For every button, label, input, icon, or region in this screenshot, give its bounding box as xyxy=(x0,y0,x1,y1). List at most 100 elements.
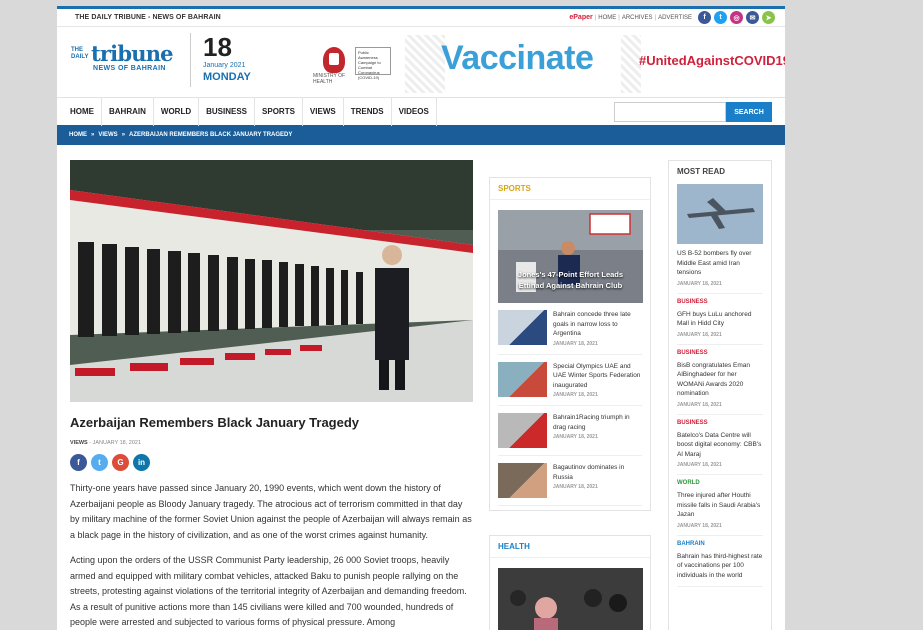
date-box: 18 January 2021 MONDAY xyxy=(190,33,251,87)
article-title: Azerbaijan Remembers Black January Trage… xyxy=(70,415,360,430)
search-button[interactable]: SEARCH xyxy=(726,102,772,122)
article-date: JANUARY 18, 2021 xyxy=(92,440,142,446)
nav-business[interactable]: BUSINESS xyxy=(199,97,256,126)
sports-item-date: JANUARY 18, 2021 xyxy=(553,484,598,490)
nav-videos[interactable]: VIDEOS xyxy=(392,97,437,126)
sports-feature-title: Jones's 47-Point Effort Leads Ettihad Ag… xyxy=(517,270,624,290)
article-category[interactable]: VIEWS xyxy=(70,440,88,446)
most-read-category[interactable]: BAHRAIN xyxy=(677,541,763,547)
header: THE DAILY tribune NEWS OF BAHRAIN 18 Jan… xyxy=(57,27,785,97)
sports-item-title[interactable]: Bahrain concede three late goals in narr… xyxy=(553,310,642,339)
most-read-category[interactable]: BUSINESS xyxy=(677,350,763,356)
top-links: ePaper | HOME | ARCHIVES | ADVERTISE f t ◎… xyxy=(569,11,775,24)
most-read-item[interactable]: US B-52 bombers fly over Middle East ami… xyxy=(677,244,763,294)
page: THE DAILY TRIBUNE - NEWS OF BAHRAIN ePap… xyxy=(57,6,785,630)
sports-item-date: JANUARY 18, 2021 xyxy=(553,340,598,347)
most-read-title[interactable]: GFH buys LuLu anchored Mall in Hidd City xyxy=(677,310,763,329)
sports-item-date: JANUARY 18, 2021 xyxy=(553,434,598,440)
facebook-icon[interactable]: f xyxy=(698,11,711,24)
telegram-icon[interactable]: ➤ xyxy=(762,11,775,24)
most-read-category[interactable]: BUSINESS xyxy=(677,299,763,305)
sports-list-item[interactable]: Bahrain concede three late goals in narr… xyxy=(498,303,642,355)
advertise-link[interactable]: ADVERTISE xyxy=(658,15,692,21)
twitter-icon[interactable]: t xyxy=(714,11,727,24)
nav-views[interactable]: VIEWS xyxy=(303,97,344,126)
most-read-title[interactable]: Batelco's Data Centre will boost digital… xyxy=(677,431,763,460)
most-read-category[interactable]: BUSINESS xyxy=(677,420,763,426)
health-heading[interactable]: HEALTH xyxy=(490,536,650,558)
sports-thumbnail xyxy=(498,463,547,498)
top-bar: THE DAILY TRIBUNE - NEWS OF BAHRAIN ePap… xyxy=(57,9,785,27)
date-weekday: MONDAY xyxy=(203,71,251,83)
sports-item-title[interactable]: Special Olympics UAE and UAE Winter Spor… xyxy=(553,362,642,391)
most-read-image[interactable] xyxy=(677,184,763,244)
home-link[interactable]: HOME xyxy=(598,15,616,21)
article-paragraph: Thirty-one years have passed since Janua… xyxy=(70,483,472,540)
date-month: January 2021 xyxy=(203,62,246,69)
breadcrumb-home[interactable]: HOME xyxy=(69,132,87,138)
share-buttons: f t Gin xyxy=(70,454,473,471)
date-day: 18 xyxy=(203,32,232,62)
article: Azerbaijan Remembers Black January Trage… xyxy=(70,160,473,630)
most-read-item[interactable]: WORLD Three injured after Houthi missile … xyxy=(677,475,763,536)
sports-item-date: JANUARY 18, 2021 xyxy=(553,392,598,398)
nav-home[interactable]: HOME xyxy=(63,97,102,126)
archives-link[interactable]: ARCHIVES xyxy=(622,15,653,21)
most-read-item[interactable]: BUSINESS Batelco's Data Centre will boost… xyxy=(677,415,763,475)
most-read-title[interactable]: Three injured after Houthi missile falls… xyxy=(677,491,763,520)
linkedin-share-icon[interactable]: in xyxy=(133,454,150,471)
most-read-item[interactable]: BUSINESS BisB congratulates Eman AlBingha… xyxy=(677,345,763,415)
most-read-heading: MOST READ xyxy=(677,167,725,176)
nav-world[interactable]: WORLD xyxy=(154,97,200,126)
health-feature-image[interactable] xyxy=(498,568,643,630)
banner-headline: Vaccinate xyxy=(441,39,594,77)
email-icon[interactable]: ✉ xyxy=(746,11,759,24)
sports-list-item[interactable]: Special Olympics UAE and UAE Winter Spor… xyxy=(498,355,642,406)
main-nav: HOME BAHRAIN WORLD BUSINESS SPORTS VIEWS… xyxy=(57,97,785,126)
sports-thumbnail xyxy=(498,413,547,448)
most-read-date: JANUARY 18, 2021 xyxy=(677,522,722,529)
most-read-section: MOST READ US B-52 bombers fly over Middl… xyxy=(668,160,772,630)
sports-list: Bahrain concede three late goals in narr… xyxy=(490,303,650,506)
article-hero-image xyxy=(70,160,473,402)
most-read-title[interactable]: US B-52 bombers fly over Middle East ami… xyxy=(677,249,763,278)
most-read-date: JANUARY 18, 2021 xyxy=(677,401,722,408)
health-section: HEALTH xyxy=(489,535,651,630)
breadcrumb: HOME » VIEWS » AZERBAIJAN REMEMBERS BLAC… xyxy=(57,125,785,145)
sports-feature[interactable]: Jones's 47-Point Effort Leads Ettihad Ag… xyxy=(498,210,643,303)
sports-heading[interactable]: SPORTS xyxy=(490,178,650,200)
banner-hashtag: #UnitedAgainstCOVID19 xyxy=(639,53,785,68)
facebook-share-icon[interactable]: f xyxy=(70,454,87,471)
google-share-icon[interactable]: G xyxy=(112,454,129,471)
most-read-title[interactable]: Bahrain has third-highest rate of vaccin… xyxy=(677,552,763,581)
instagram-icon[interactable]: ◎ xyxy=(730,11,743,24)
article-meta: VIEWS - JANUARY 18, 2021 xyxy=(70,440,142,446)
nav-trends[interactable]: TRENDS xyxy=(344,97,392,126)
sports-item-title[interactable]: Bagautinov dominates in Russia xyxy=(553,463,642,482)
sports-list-item[interactable]: Bagautinov dominates in Russia JANUARY 18… xyxy=(498,456,642,506)
article-paragraph: Acting upon the orders of the USSR Commu… xyxy=(70,555,467,627)
most-read-list: US B-52 bombers fly over Middle East ami… xyxy=(677,244,763,587)
most-read-item[interactable]: BAHRAIN Bahrain has third-highest rate of… xyxy=(677,536,763,587)
nav-sports[interactable]: SPORTS xyxy=(255,97,303,126)
sports-thumbnail xyxy=(498,310,547,345)
ministry-emblem-icon xyxy=(323,47,345,73)
most-read-date: JANUARY 18, 2021 xyxy=(677,280,722,287)
epaper-link[interactable]: ePaper xyxy=(569,14,592,21)
search-input[interactable] xyxy=(614,102,726,122)
sports-list-item[interactable]: Bahrain1Racing triumph in drag racing JAN… xyxy=(498,406,642,456)
breadcrumb-current: AZERBAIJAN REMEMBERS BLACK JANUARY TRAGE… xyxy=(129,132,293,138)
most-read-item[interactable]: BUSINESS GFH buys LuLu anchored Mall in H… xyxy=(677,294,763,345)
vaccinate-banner[interactable]: MINISTRY OF HEALTH Public Awareness Camp… xyxy=(305,35,785,93)
twitter-share-icon[interactable]: t xyxy=(91,454,108,471)
most-read-title[interactable]: BisB congratulates Eman AlBinghadeer for… xyxy=(677,361,763,399)
breadcrumb-views[interactable]: VIEWS xyxy=(98,132,117,138)
sports-section: SPORTS Jones's 47-Point Effort Leads Ett… xyxy=(489,177,651,511)
nav-bahrain[interactable]: BAHRAIN xyxy=(102,97,154,126)
site-logo[interactable]: THE DAILY tribune NEWS OF BAHRAIN xyxy=(71,41,176,77)
most-read-category[interactable]: WORLD xyxy=(677,480,763,486)
most-read-date: JANUARY 18, 2021 xyxy=(677,462,722,468)
sports-item-title[interactable]: Bahrain1Racing triumph in drag racing xyxy=(553,413,642,432)
sports-thumbnail xyxy=(498,361,547,397)
site-name: THE DAILY TRIBUNE - NEWS OF BAHRAIN xyxy=(75,14,221,21)
